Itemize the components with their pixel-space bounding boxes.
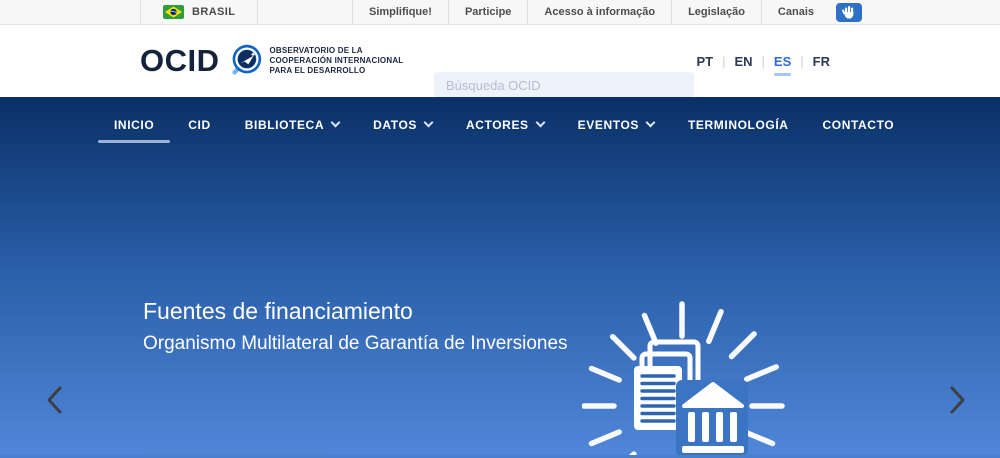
tagline-line-1: OBSERVATORIO DE LA: [270, 46, 404, 56]
ocid-logo[interactable]: OCID OBSERVATORIO DE LA COOPERACIÓN INTE…: [140, 41, 403, 81]
language-selector: PT | EN | ES | FR: [696, 25, 830, 97]
nav-label: CONTACTO: [823, 118, 895, 132]
lang-es[interactable]: ES: [774, 54, 791, 69]
chevron-down-icon: [535, 118, 545, 128]
nav-label: BIBLIOTECA: [245, 118, 324, 132]
logo-acronym: OCID: [140, 43, 220, 79]
hero-subtitle: Organismo Multilateral de Garantía de In…: [143, 333, 568, 355]
magnifier-logo-icon: [225, 41, 265, 81]
tagline-line-2: COOPERACIÓN INTERNACIONAL: [270, 56, 404, 66]
nav-label: CID: [188, 118, 210, 132]
site-header: OCID OBSERVATORIO DE LA COOPERACIÓN INTE…: [0, 25, 1000, 97]
vlibras-hand-icon: [842, 6, 856, 19]
nav-label: ACTORES: [466, 118, 529, 132]
topbar-link-legislacao[interactable]: Legislação: [671, 0, 761, 24]
nav-label: INICIO: [114, 118, 154, 132]
nav-item-biblioteca[interactable]: BIBLIOTECA: [228, 97, 356, 152]
nav-item-inicio[interactable]: INICIO: [97, 97, 171, 152]
hero-title: Fuentes de financiamiento: [143, 298, 413, 325]
search-input[interactable]: [434, 72, 694, 99]
tagline-line-3: PARA EL DESARROLLO: [270, 66, 404, 76]
nav-label: EVENTOS: [578, 118, 639, 132]
gov-links: Simplifique! Participe Acesso à informaç…: [352, 0, 862, 24]
vlibras-accessibility-button[interactable]: [836, 3, 862, 22]
main-nav: INICIO CID BIBLIOTECA DATOS ACTORES EVEN…: [97, 97, 911, 152]
topbar-link-simplifique[interactable]: Simplifique!: [352, 0, 448, 24]
nav-label: DATOS: [373, 118, 417, 132]
nav-item-cid[interactable]: CID: [171, 97, 227, 152]
main-band: INICIO CID BIBLIOTECA DATOS ACTORES EVEN…: [0, 97, 1000, 458]
carousel-next-arrow[interactable]: [946, 385, 968, 415]
carousel-prev-arrow[interactable]: [44, 385, 66, 415]
nav-label: TERMINOLOGÍA: [688, 118, 789, 132]
topbar-link-acesso[interactable]: Acesso à informação: [527, 0, 671, 24]
topbar-link-canais[interactable]: Canais: [761, 0, 830, 24]
lang-separator: |: [722, 54, 725, 69]
nav-item-terminologia[interactable]: TERMINOLOGÍA: [671, 97, 806, 152]
brazil-flag-icon: [163, 5, 184, 19]
nav-item-datos[interactable]: DATOS: [356, 97, 449, 152]
lang-separator: |: [762, 54, 765, 69]
nav-item-eventos[interactable]: EVENTOS: [561, 97, 671, 152]
nav-item-contacto[interactable]: CONTACTO: [806, 97, 912, 152]
logo-tagline: OBSERVATORIO DE LA COOPERACIÓN INTERNACI…: [270, 46, 404, 77]
topbar-link-participe[interactable]: Participe: [448, 0, 527, 24]
lang-pt[interactable]: PT: [696, 54, 713, 69]
gov-topbar: BRASIL Simplifique! Participe Acesso à i…: [0, 0, 1000, 25]
documents-bank-sunburst-illustration: [582, 294, 792, 458]
chevron-down-icon: [331, 118, 341, 128]
gov-brand[interactable]: BRASIL: [140, 0, 258, 24]
country-label: BRASIL: [192, 6, 235, 18]
lang-fr[interactable]: FR: [813, 54, 830, 69]
ocid-homepage: BRASIL Simplifique! Participe Acesso à i…: [0, 0, 1000, 458]
chevron-down-icon: [646, 118, 656, 128]
lang-en[interactable]: EN: [734, 54, 752, 69]
chevron-down-icon: [424, 118, 434, 128]
lang-separator: |: [800, 54, 803, 69]
nav-item-actores[interactable]: ACTORES: [449, 97, 561, 152]
